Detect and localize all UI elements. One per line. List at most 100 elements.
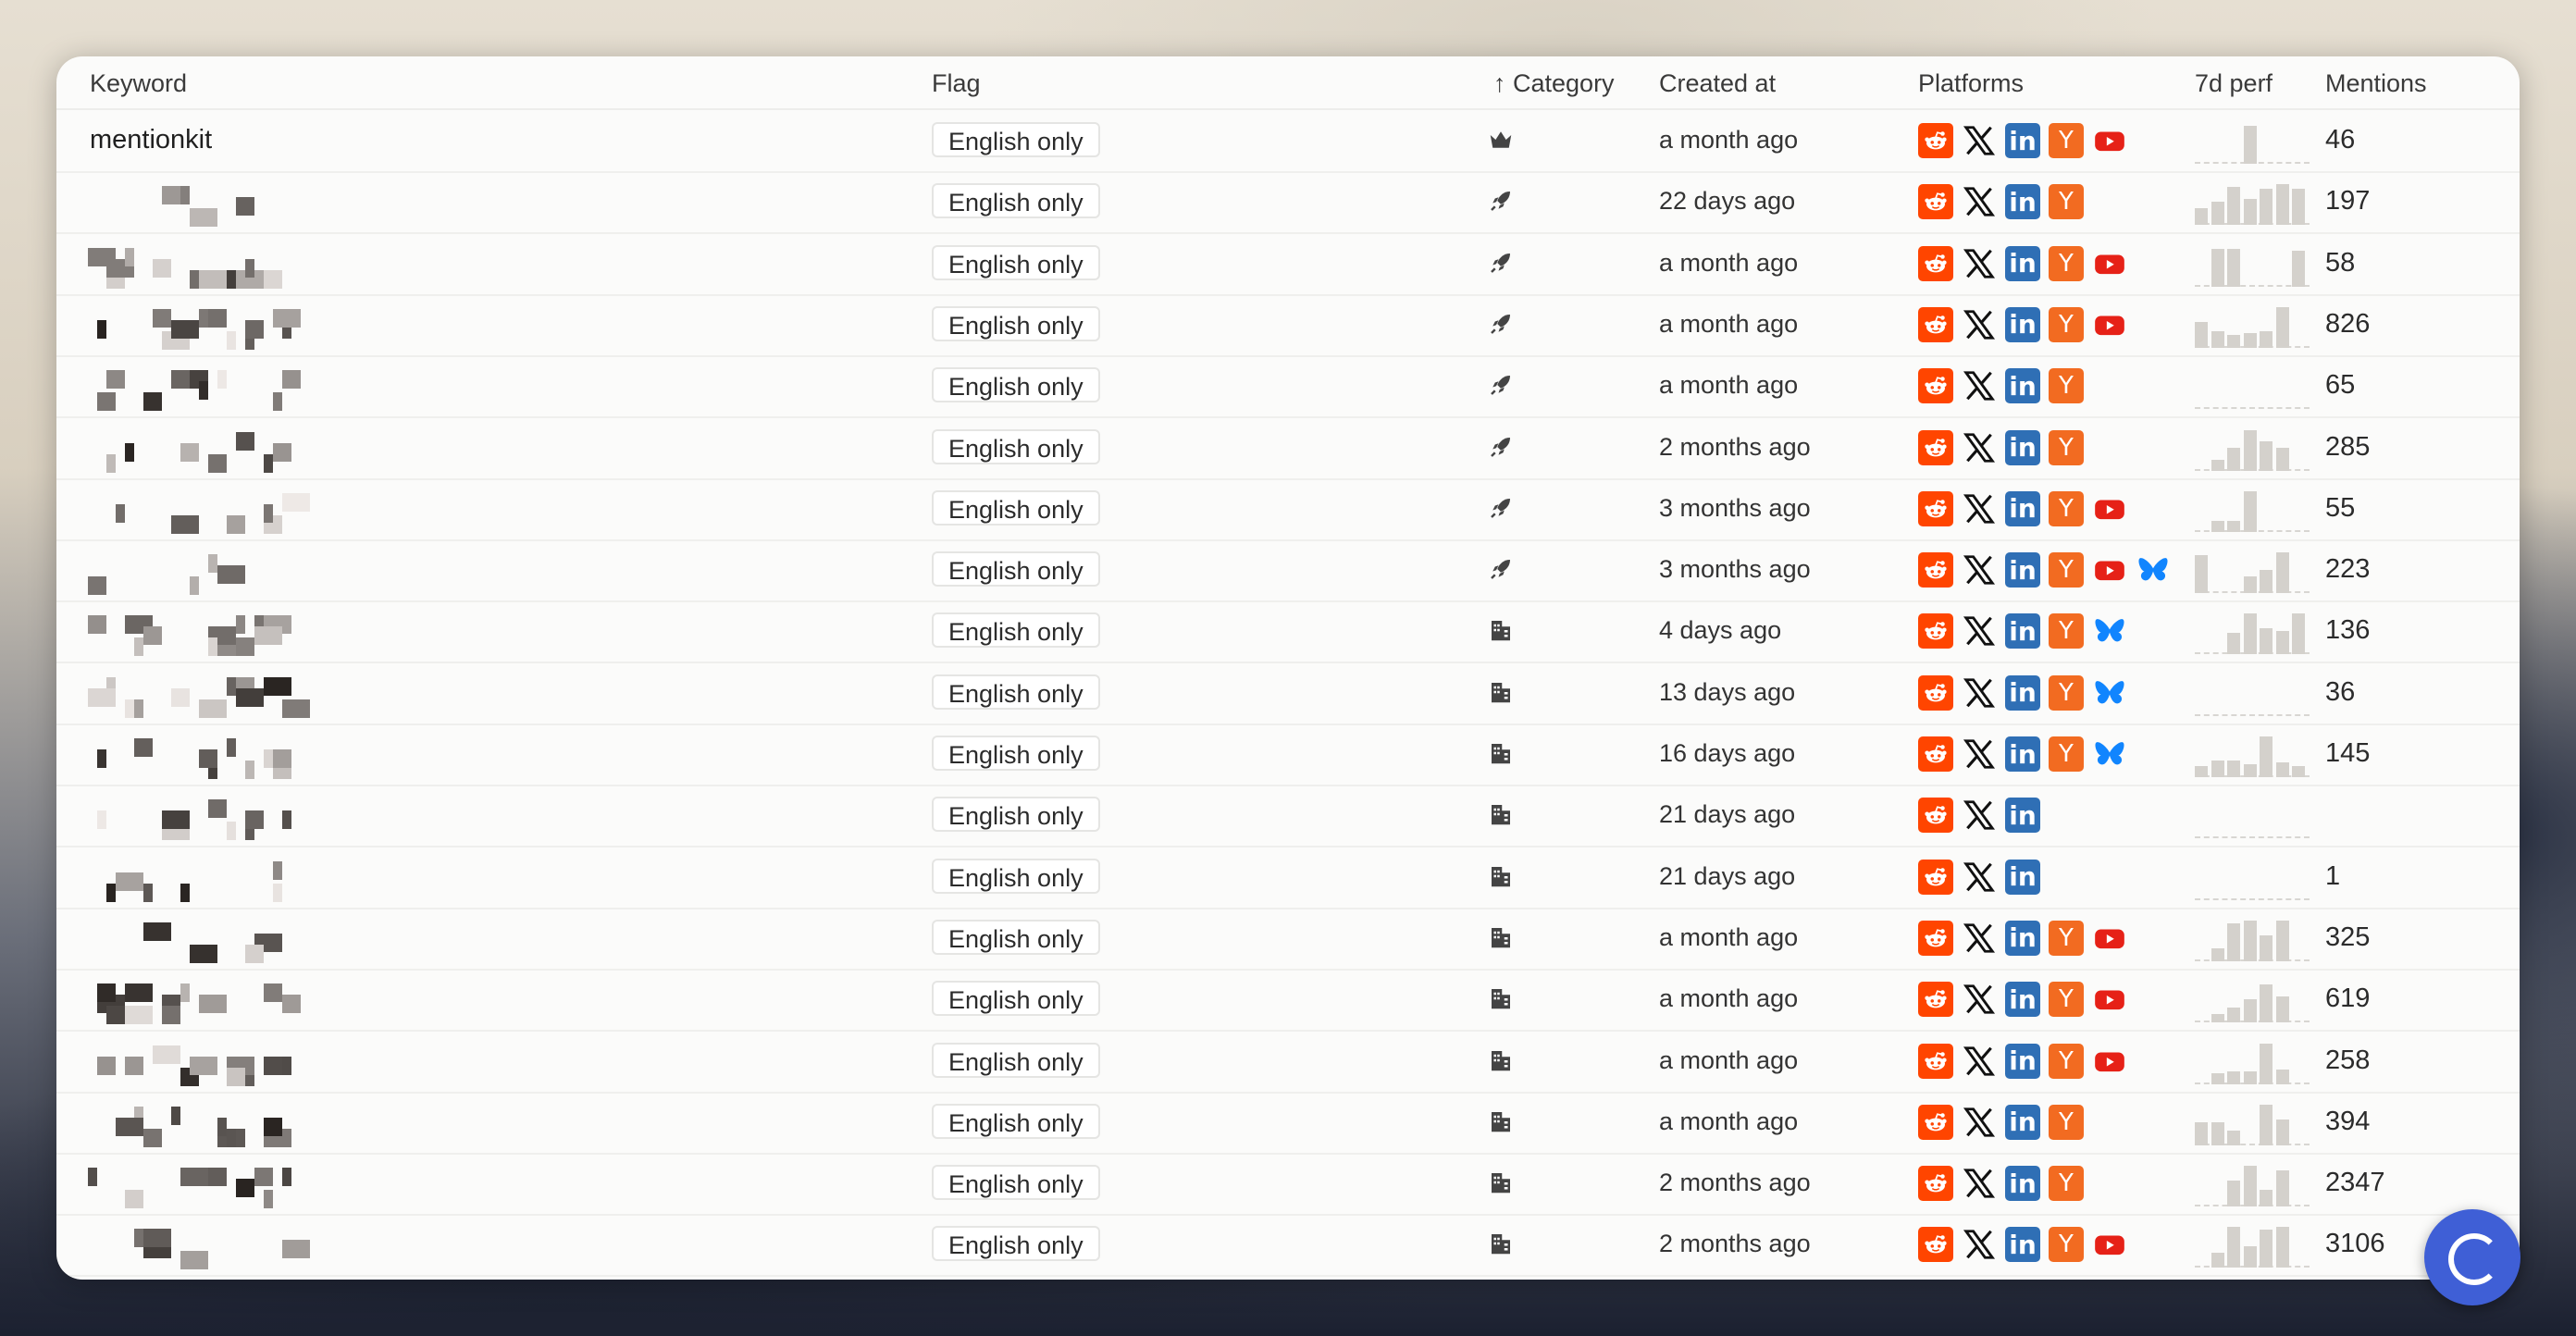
rocket-icon <box>1487 249 1515 277</box>
building-icon <box>1487 984 1515 1012</box>
platform-icons: in Y <box>1918 1104 2084 1140</box>
perf-bar <box>2211 1253 2224 1268</box>
hackernews-icon: Y <box>2049 490 2084 526</box>
keyword-redacted <box>88 1040 477 1086</box>
perf-bar <box>2260 330 2273 348</box>
created-at: 2 months ago <box>1659 1169 1811 1197</box>
perf-bar <box>2275 184 2289 226</box>
table-row[interactable]: English only 21 days ago in 1 <box>56 847 2520 909</box>
language-flag-badge[interactable]: English only <box>932 1165 1100 1201</box>
table-row[interactable]: English only 2 months ago in Y 2347 <box>56 1153 2520 1217</box>
language-flag-badge[interactable]: English only <box>932 183 1100 219</box>
perf-bar <box>2260 1230 2273 1268</box>
column-header-platforms[interactable]: Platforms <box>1918 69 2024 98</box>
perf-bar <box>2260 1104 2273 1145</box>
language-flag-badge[interactable]: English only <box>932 858 1100 894</box>
table-row[interactable]: English only a month ago in Y 826 <box>56 294 2520 357</box>
language-flag-badge[interactable]: English only <box>932 489 1100 526</box>
table-row[interactable]: English only 4 days ago in Y 136 <box>56 600 2520 664</box>
table-row[interactable]: mentionkit English only a month ago in Y … <box>56 110 2520 173</box>
perf-bar <box>2260 736 2273 777</box>
created-at: a month ago <box>1659 126 1799 154</box>
created-at: 21 days ago <box>1659 800 1796 829</box>
perf-bar <box>2292 250 2305 287</box>
language-flag-badge[interactable]: English only <box>932 736 1100 771</box>
created-at: 13 days ago <box>1659 677 1796 706</box>
perf-sparkline <box>2195 119 2310 164</box>
language-flag-badge[interactable]: English only <box>932 122 1100 157</box>
language-flag-badge[interactable]: English only <box>932 919 1100 955</box>
keyword-text[interactable]: mentionkit <box>90 125 212 155</box>
table-row[interactable]: English only 3 months ago in Y 223 <box>56 539 2520 603</box>
language-flag-badge[interactable]: English only <box>932 1103 1100 1139</box>
language-flag-badge[interactable]: English only <box>932 551 1100 588</box>
table-row[interactable]: English only 22 days ago in Y 197 <box>56 171 2520 235</box>
x-twitter-icon <box>1962 860 1997 895</box>
column-header-perf[interactable]: 7d perf <box>2195 69 2273 98</box>
table-row[interactable]: English only a month ago in Y 325 <box>56 908 2520 971</box>
table-row[interactable]: English only 16 days ago in Y 145 <box>56 724 2520 786</box>
column-header-created[interactable]: Created at <box>1659 69 1776 98</box>
language-flag-badge[interactable]: English only <box>932 674 1100 710</box>
hackernews-icon: Y <box>2049 184 2084 220</box>
platform-icons: in Y <box>1918 123 2127 158</box>
keyword-redacted <box>88 672 477 718</box>
perf-sparkline <box>2195 610 2310 655</box>
table-row[interactable]: English only a month ago in Y 619 <box>56 969 2520 1033</box>
reddit-icon <box>1918 613 1953 649</box>
building-icon <box>1487 1107 1515 1135</box>
platform-icons: in <box>1918 859 2040 895</box>
hackernews-icon: Y <box>2049 1166 2084 1202</box>
reddit-icon <box>1918 184 1953 220</box>
language-flag-badge[interactable]: English only <box>932 981 1100 1017</box>
column-header-flag[interactable]: Flag <box>932 69 981 98</box>
linkedin-icon: in <box>2005 123 2040 158</box>
column-header-keyword[interactable]: Keyword <box>90 69 187 98</box>
linkedin-icon: in <box>2005 1104 2040 1140</box>
mentions-count: 1 <box>2325 860 2341 891</box>
language-flag-badge[interactable]: English only <box>932 612 1100 649</box>
created-at: 3 months ago <box>1659 555 1811 584</box>
column-header-category[interactable]: ↑ Category <box>1493 69 1615 98</box>
table-row[interactable]: English only a month ago in Y 394 <box>56 1092 2520 1155</box>
table-row[interactable]: English only 2 months ago in Y 285 <box>56 417 2520 480</box>
hackernews-icon: Y <box>2049 306 2084 342</box>
reddit-icon <box>1918 1043 1953 1079</box>
table-row[interactable]: English only a month ago in Y 58 <box>56 233 2520 296</box>
perf-sparkline <box>2195 1223 2310 1268</box>
x-twitter-icon <box>1962 613 1997 649</box>
perf-bar <box>2275 631 2289 655</box>
language-flag-badge[interactable]: English only <box>932 428 1100 464</box>
table-row[interactable]: English only 13 days ago in Y 36 <box>56 662 2520 725</box>
perf-bar <box>2260 984 2273 1023</box>
hackernews-icon: Y <box>2049 1104 2084 1140</box>
hackernews-icon: Y <box>2049 1043 2084 1079</box>
table-row[interactable]: English only 21 days ago in <box>56 785 2520 848</box>
language-flag-badge[interactable]: English only <box>932 1042 1100 1078</box>
perf-sparkline <box>2195 365 2310 410</box>
column-header-mentions[interactable]: Mentions <box>2325 69 2427 98</box>
language-flag-badge[interactable]: English only <box>932 367 1100 403</box>
perf-bar <box>2260 570 2273 594</box>
x-twitter-icon <box>1962 552 1997 588</box>
table-row[interactable]: English only a month ago in Y 65 <box>56 355 2520 419</box>
language-flag-badge[interactable]: English only <box>932 244 1100 280</box>
perf-bar <box>2227 447 2240 471</box>
platform-icons: in Y <box>1918 736 2127 772</box>
language-flag-badge[interactable]: English only <box>932 1226 1100 1262</box>
linkedin-icon: in <box>2005 1043 2040 1079</box>
chat-support-button[interactable] <box>2424 1209 2520 1305</box>
perf-sparkline <box>2195 549 2310 594</box>
table-row[interactable]: English only 2 months ago in Y 3106 <box>56 1214 2520 1278</box>
table-row[interactable]: English only 3 months ago in Y 55 <box>56 478 2520 541</box>
reddit-icon <box>1918 920 1953 956</box>
hackernews-icon: Y <box>2049 613 2084 649</box>
language-flag-badge[interactable]: English only <box>932 305 1100 341</box>
mentions-count: 325 <box>2325 922 2371 952</box>
created-at: a month ago <box>1659 371 1799 400</box>
table-row[interactable]: English only a month ago in Y 258 <box>56 1031 2520 1094</box>
x-twitter-icon <box>1962 675 1997 711</box>
keyword-redacted <box>88 978 477 1025</box>
reddit-icon <box>1918 490 1953 526</box>
language-flag-badge[interactable]: English only <box>932 797 1100 833</box>
